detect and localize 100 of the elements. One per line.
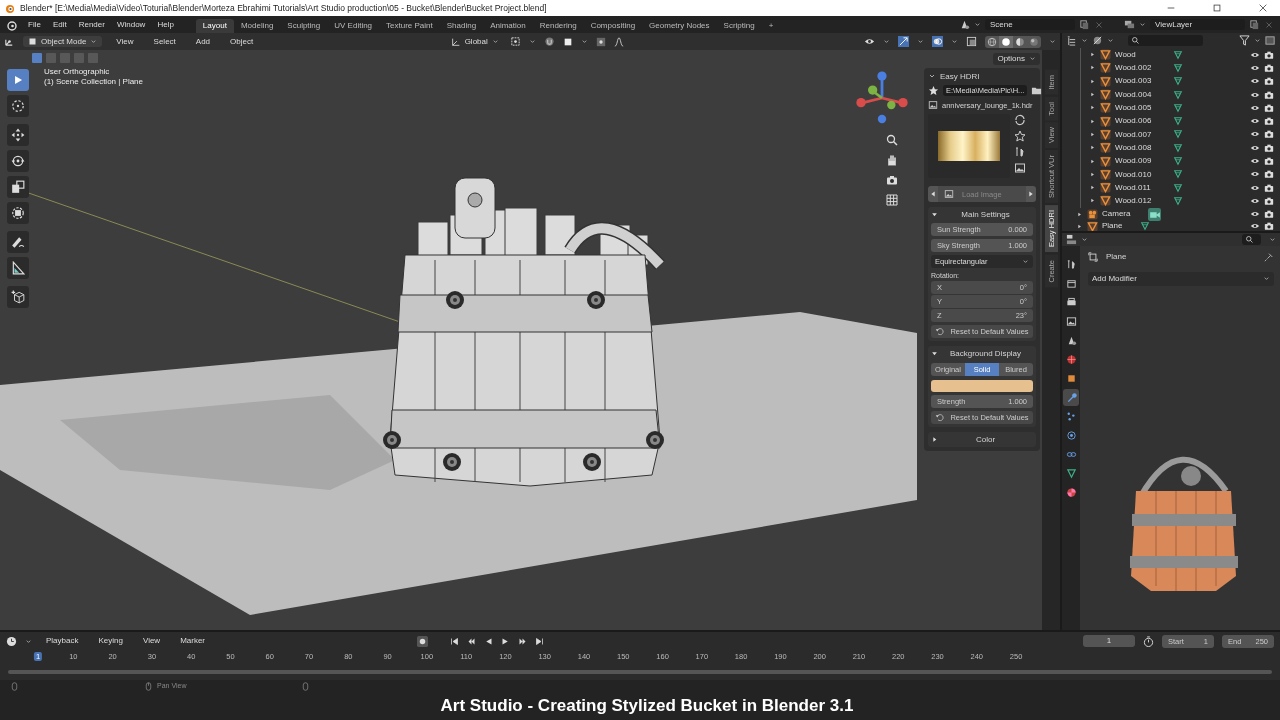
camera-icon[interactable] [1264,49,1274,60]
workspace-tab[interactable]: Compositing [583,19,643,33]
list-icon[interactable] [1066,34,1077,46]
tool-button[interactable] [7,176,29,198]
jump-start-icon[interactable] [450,636,460,646]
disclosure-triangle-icon[interactable] [931,211,938,219]
tool-button[interactable] [7,257,29,279]
camera-icon[interactable] [1264,169,1274,180]
search-field[interactable] [1128,34,1203,46]
camera-icon[interactable] [1264,116,1274,127]
image-icon[interactable] [1014,162,1026,175]
display-mode-icon[interactable] [1092,34,1103,46]
camera-icon[interactable] [1264,129,1274,140]
copy-icon[interactable] [1249,19,1260,30]
tool-button[interactable] [7,124,29,146]
tool-button[interactable] [7,69,29,91]
camera-icon[interactable] [1264,89,1274,100]
play-reverse-icon[interactable] [484,636,494,646]
workspace-tab[interactable]: Geometry Nodes [642,19,717,33]
orientation-dropdown[interactable]: Global [447,35,502,48]
next-keyframe-icon[interactable] [518,636,528,646]
axis-gizmo-icon[interactable] [854,70,910,126]
menu-item[interactable]: View [136,635,167,647]
tool-button[interactable] [7,202,29,224]
outliner-item[interactable]: Wood.009 [1115,156,1165,166]
square-icon[interactable] [562,36,573,47]
view-layer-field[interactable]: ViewLayer [1150,18,1245,31]
workspace-tab[interactable]: UV Editing [327,19,380,33]
maximize-icon[interactable] [1212,3,1222,13]
menu-item[interactable]: Marker [174,635,212,647]
play-icon[interactable] [501,636,511,646]
properties-icon[interactable] [1066,234,1077,245]
disclosure-triangle-icon[interactable] [931,350,938,358]
workspace-tab[interactable]: Layout [195,19,234,33]
refresh-icon[interactable] [1014,114,1026,127]
menu-item[interactable]: View [110,35,140,48]
clock-icon[interactable] [6,635,17,647]
shading-button[interactable] [1013,35,1027,48]
outliner-item[interactable]: Wood.012 [1115,196,1165,206]
filter-icon[interactable] [1239,34,1250,46]
camera-icon[interactable] [1264,221,1274,232]
expand-arrow-icon[interactable] [1089,104,1096,112]
shading-button[interactable] [1027,35,1041,48]
workspace-tab[interactable]: Modeling [233,19,281,33]
expand-arrow-icon[interactable] [1089,197,1096,205]
hand-icon[interactable] [886,154,898,166]
workspace-tab[interactable]: Scripting [716,19,762,33]
color-swatch[interactable] [931,379,1033,392]
outliner-item[interactable]: Wood.011 [1115,182,1165,193]
outliner-item[interactable]: Wood.005 [1115,103,1165,113]
outliner-item[interactable]: Wood.004 [1115,89,1165,100]
camera-icon[interactable] [886,174,898,186]
tool-button[interactable] [7,95,29,117]
search-field[interactable] [1242,234,1261,245]
expand-arrow-icon[interactable] [1089,51,1096,59]
options-dropdown[interactable]: Options [993,53,1040,65]
overlay-icon[interactable] [932,36,943,47]
workspace-tab[interactable]: Shading [439,19,484,33]
tool-button[interactable] [7,231,29,253]
xray-icon[interactable] [966,36,977,47]
menu-item[interactable]: Render [72,18,111,31]
workspace-tab[interactable]: Rendering [532,19,584,33]
add-modifier-dropdown[interactable]: Add Modifier [1088,272,1274,286]
expand-arrow-icon[interactable] [1089,64,1096,72]
camera-icon[interactable] [1264,156,1274,166]
camera-icon[interactable] [1264,62,1274,73]
curve-icon[interactable] [613,36,624,47]
expand-arrow-icon[interactable] [1089,144,1096,152]
stopwatch-icon[interactable] [1143,635,1154,647]
camera-icon[interactable] [1264,209,1274,220]
jump-end-icon[interactable] [535,636,545,646]
copy-icon[interactable] [1079,19,1090,30]
expand-arrow-icon[interactable] [1089,91,1096,99]
outliner-item[interactable]: Wood.003 [1115,76,1165,87]
current-frame-field[interactable]: 1 [1083,635,1135,647]
menu-item[interactable]: Add [189,35,217,48]
expand-arrow-icon[interactable] [1089,130,1096,138]
camera-icon[interactable] [1264,182,1274,193]
menu-item[interactable]: File [22,18,47,31]
outliner-item[interactable]: Wood.002 [1115,63,1165,73]
record-icon[interactable] [417,635,429,647]
eye-icon[interactable] [864,36,875,47]
previous-keyframe-icon[interactable] [467,636,477,646]
grid-icon[interactable] [886,194,898,206]
workspace-tab[interactable]: Texture Paint [379,19,440,33]
outliner-item[interactable]: Wood.008 [1115,142,1165,153]
expand-arrow-icon[interactable] [1089,77,1096,85]
pin-icon[interactable] [1264,252,1274,262]
menu-item[interactable]: Playback [40,635,85,647]
menu-item[interactable]: Object [224,35,260,48]
menu-item[interactable]: Keying [92,635,129,647]
workspace-tab[interactable]: Animation [483,19,533,33]
outliner-item[interactable]: Wood.007 [1115,129,1165,140]
expand-arrow-icon[interactable] [1089,184,1096,192]
tool-button[interactable] [7,150,29,172]
layers-icon[interactable] [1124,19,1135,30]
outliner-item[interactable]: Camera [1102,209,1132,219]
expand-arrow-icon[interactable] [1089,157,1096,165]
new-collection-icon[interactable] [1265,34,1276,46]
scene-icon[interactable] [959,19,970,30]
